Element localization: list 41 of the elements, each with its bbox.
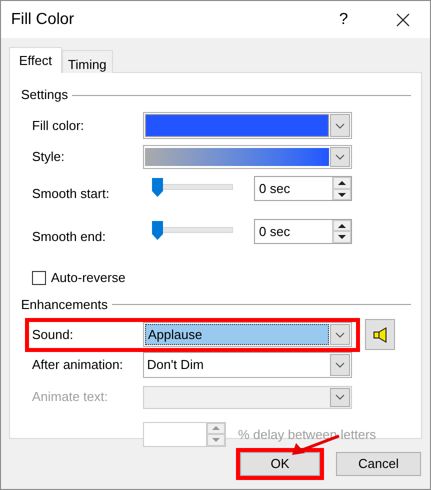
caret-icon	[335, 122, 345, 128]
caret-icon	[335, 394, 345, 400]
spin-field[interactable]: 0 sec	[254, 218, 352, 244]
slider-thumb[interactable]	[152, 220, 163, 240]
field-label: Sound:	[32, 326, 74, 344]
field-label: Fill color:	[32, 116, 86, 135]
tab[interactable]: Timing	[62, 50, 113, 73]
caret-icon	[335, 154, 345, 160]
slider[interactable]	[152, 220, 233, 240]
dropdown[interactable]	[143, 145, 352, 169]
field-label: Smooth end:	[32, 228, 107, 246]
spin-down-icon[interactable]	[333, 231, 351, 243]
group-heading: Enhancements	[21, 296, 108, 314]
field-label: % delay between letters	[238, 428, 376, 440]
close-icon[interactable]	[396, 12, 410, 26]
field-label: After animation:	[32, 356, 124, 374]
caret-icon	[335, 362, 345, 368]
dialog-button[interactable]: Cancel	[336, 452, 421, 476]
slider-thumb[interactable]	[152, 178, 163, 198]
field-label: Smooth start:	[32, 185, 110, 203]
field-label: Style:	[32, 148, 66, 166]
caret-icon	[335, 332, 345, 338]
speaker-icon	[373, 326, 387, 342]
field-label: Animate text:	[32, 388, 109, 406]
slider[interactable]	[152, 178, 233, 198]
dropdown-value: Applause	[145, 324, 329, 345]
spin-down-icon[interactable]	[333, 188, 351, 200]
group-heading: Settings	[21, 86, 68, 104]
checkbox[interactable]	[32, 270, 46, 285]
spin-up-icon[interactable]	[333, 220, 351, 232]
window-title: Fill Color	[11, 10, 76, 30]
dropdown[interactable]: Don't Dim	[143, 352, 352, 378]
spin-field[interactable]: 0 sec	[254, 176, 352, 202]
checkbox-label: Auto-reverse	[51, 269, 126, 287]
help-button[interactable]: ?	[339, 8, 348, 32]
tab[interactable]: Effect	[9, 47, 62, 73]
spin-up-icon[interactable]	[333, 177, 351, 189]
dropdown[interactable]	[143, 112, 352, 139]
dropdown[interactable]: Applause	[143, 322, 352, 347]
speaker-button[interactable]	[365, 319, 395, 350]
dropdown-value: Don't Dim	[146, 356, 205, 374]
